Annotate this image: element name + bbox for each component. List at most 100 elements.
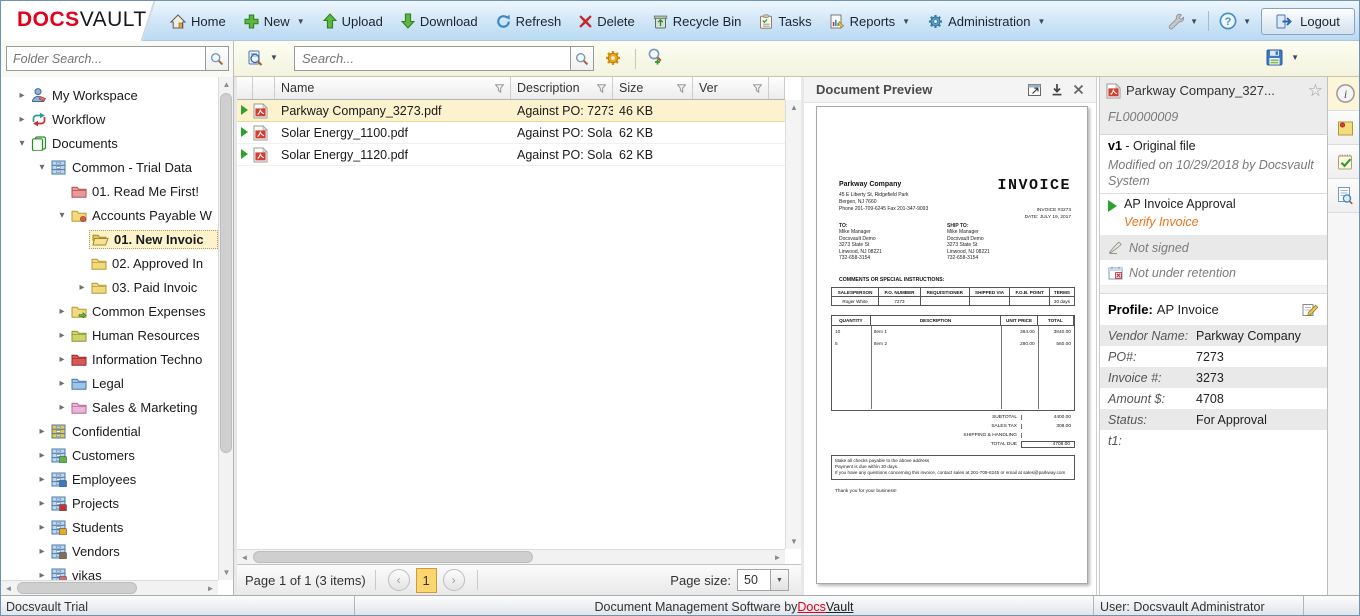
audit-tab-button[interactable]: [1328, 179, 1360, 213]
sidebar-item-my-workspace[interactable]: ▸My Workspace: [1, 83, 218, 107]
next-page-button[interactable]: ›: [443, 569, 465, 591]
scrollbar-thumb[interactable]: [220, 93, 232, 453]
tree-collapsed-arrow-icon[interactable]: ▸: [75, 282, 89, 293]
expand-row-icon[interactable]: [241, 127, 248, 137]
folder-search-input[interactable]: [6, 46, 205, 71]
toolbar-home-button[interactable]: Home: [161, 7, 235, 35]
column-header-size[interactable]: Size: [613, 77, 693, 99]
advanced-search-button[interactable]: [647, 48, 663, 66]
tree-collapsed-arrow-icon[interactable]: ▸: [35, 498, 49, 509]
sidebar-item-vikas[interactable]: ▸vikas: [1, 563, 218, 580]
tree-expanded-arrow-icon[interactable]: ▾: [55, 210, 69, 221]
sidebar-item-accounts-payable-w[interactable]: ▾Accounts Payable W: [1, 203, 218, 227]
sidebar-item-common-trial-data[interactable]: ▾Common - Trial Data: [1, 155, 218, 179]
tree-collapsed-arrow-icon[interactable]: ▸: [55, 378, 69, 389]
search-scope-button[interactable]: ▼: [243, 47, 281, 68]
scroll-left-icon[interactable]: ◄: [237, 550, 252, 565]
folder-search-button[interactable]: [205, 46, 229, 71]
sidebar-vertical-scrollbar[interactable]: ▲ ▼: [218, 77, 233, 580]
toolbar-administration-button[interactable]: Administration▼: [919, 7, 1054, 35]
tree-collapsed-arrow-icon[interactable]: ▸: [55, 402, 69, 413]
column-header-description[interactable]: Description: [511, 77, 613, 99]
expand-row-icon[interactable]: [241, 149, 248, 159]
sidebar-item-01-read-me-first[interactable]: 01. Read Me First!: [1, 179, 218, 203]
tree-expanded-arrow-icon[interactable]: ▾: [15, 138, 29, 149]
scroll-up-icon[interactable]: ▲: [219, 77, 234, 92]
sidebar-item-legal[interactable]: ▸Legal: [1, 371, 218, 395]
scroll-right-icon[interactable]: ►: [203, 581, 218, 596]
filter-funnel-icon[interactable]: [677, 84, 686, 93]
toolbar-tasks-button[interactable]: Tasks: [750, 7, 820, 35]
toolbar-refresh-button[interactable]: Refresh: [487, 7, 571, 35]
sidebar-item-employees[interactable]: ▸Employees: [1, 467, 218, 491]
scroll-right-icon[interactable]: ►: [770, 550, 785, 565]
close-icon[interactable]: [1073, 83, 1084, 96]
edit-profile-icon[interactable]: [1302, 302, 1319, 317]
scrollbar-thumb[interactable]: [17, 582, 137, 594]
filter-funnel-icon[interactable]: [597, 84, 606, 93]
workflow-step-link[interactable]: Verify Invoice: [1124, 215, 1199, 229]
tree-collapsed-arrow-icon[interactable]: ▸: [55, 354, 69, 365]
previous-page-button[interactable]: ‹: [388, 569, 410, 591]
tree-expanded-arrow-icon[interactable]: ▾: [35, 162, 49, 173]
toolbar-new-button[interactable]: New▼: [235, 7, 314, 35]
sidebar-item-01-new-invoic[interactable]: 01. New Invoic: [1, 227, 218, 251]
tree-collapsed-arrow-icon[interactable]: ▸: [15, 114, 29, 125]
help-menu-button[interactable]: ? ▼: [1216, 10, 1254, 32]
tree-collapsed-arrow-icon[interactable]: ▸: [35, 546, 49, 557]
scrollbar-thumb[interactable]: [253, 551, 533, 563]
search-settings-button[interactable]: [605, 49, 621, 67]
sidebar-item-sales-marketing[interactable]: ▸Sales & Marketing: [1, 395, 218, 419]
document-search-input[interactable]: [294, 46, 570, 71]
toolbar-delete-button[interactable]: Delete: [570, 7, 644, 35]
sidebar-horizontal-scrollbar[interactable]: ◄ ►: [1, 580, 218, 595]
open-in-window-icon[interactable]: [1028, 83, 1041, 96]
toolbar-download-button[interactable]: Download: [392, 7, 487, 35]
sidebar-item-projects[interactable]: ▸Projects: [1, 491, 218, 515]
toolbar-reports-button[interactable]: Reports▼: [821, 7, 919, 35]
sidebar-item-customers[interactable]: ▸Customers: [1, 443, 218, 467]
toolbar-upload-button[interactable]: Upload: [314, 7, 392, 35]
sidebar-item-02-approved-in[interactable]: 02. Approved In: [1, 251, 218, 275]
toolbar-recycle-bin-button[interactable]: Recycle Bin: [644, 7, 751, 35]
page-size-select[interactable]: 50 ▼: [737, 569, 789, 591]
filter-funnel-icon[interactable]: [753, 84, 762, 93]
save-search-button[interactable]: ▼: [1266, 49, 1299, 66]
scroll-down-icon[interactable]: ▼: [786, 534, 802, 549]
tree-collapsed-arrow-icon[interactable]: ▸: [35, 450, 49, 461]
sidebar-item-documents[interactable]: ▾Documents: [1, 131, 218, 155]
sidebar-item-common-expenses[interactable]: ▸Common Expenses: [1, 299, 218, 323]
tree-collapsed-arrow-icon[interactable]: ▸: [35, 570, 49, 581]
notes-tab-button[interactable]: [1328, 111, 1360, 145]
file-row-solar-energy-1100-pdf[interactable]: Solar Energy_1100.pdfAgainst PO: Solar 1…: [237, 122, 785, 144]
sidebar-item-workflow[interactable]: ▸Workflow: [1, 107, 218, 131]
tree-collapsed-arrow-icon[interactable]: ▸: [35, 426, 49, 437]
file-list-vertical-scrollbar[interactable]: ▲ ▼: [785, 100, 801, 549]
tasks-tab-button[interactable]: [1328, 145, 1360, 179]
sidebar-item-information-techno[interactable]: ▸Information Techno: [1, 347, 218, 371]
scroll-up-icon[interactable]: ▲: [786, 100, 802, 115]
document-search-button[interactable]: [570, 46, 594, 71]
file-list-horizontal-scrollbar[interactable]: ◄ ►: [237, 549, 785, 564]
sidebar-item-vendors[interactable]: ▸Vendors: [1, 539, 218, 563]
sidebar-item-confidential[interactable]: ▸Confidential: [1, 419, 218, 443]
sidebar-item-students[interactable]: ▸Students: [1, 515, 218, 539]
sidebar-item-03-paid-invoic[interactable]: ▸03. Paid Invoic: [1, 275, 218, 299]
expand-row-icon[interactable]: [241, 105, 248, 115]
logout-button[interactable]: Logout: [1261, 8, 1355, 35]
sidebar-item-human-resources[interactable]: ▸Human Resources: [1, 323, 218, 347]
filter-funnel-icon[interactable]: [495, 84, 504, 93]
file-row-solar-energy-1120-pdf[interactable]: Solar Energy_1120.pdfAgainst PO: Solar 1…: [237, 144, 785, 166]
download-preview-icon[interactable]: [1051, 83, 1063, 96]
tools-menu-button[interactable]: ▼: [1164, 11, 1201, 32]
favorite-star-icon[interactable]: ☆: [1308, 82, 1323, 99]
column-header-name[interactable]: Name: [275, 77, 511, 99]
tree-collapsed-arrow-icon[interactable]: ▸: [35, 522, 49, 533]
tree-collapsed-arrow-icon[interactable]: ▸: [55, 330, 69, 341]
tree-collapsed-arrow-icon[interactable]: ▸: [15, 90, 29, 101]
current-page-button[interactable]: 1: [416, 568, 437, 593]
column-header-ver[interactable]: Ver: [693, 77, 769, 99]
tree-collapsed-arrow-icon[interactable]: ▸: [35, 474, 49, 485]
file-row-parkway-company-3273-pdf[interactable]: Parkway Company_3273.pdfAgainst PO: 7273…: [237, 100, 785, 122]
info-tab-button[interactable]: i: [1328, 77, 1360, 111]
